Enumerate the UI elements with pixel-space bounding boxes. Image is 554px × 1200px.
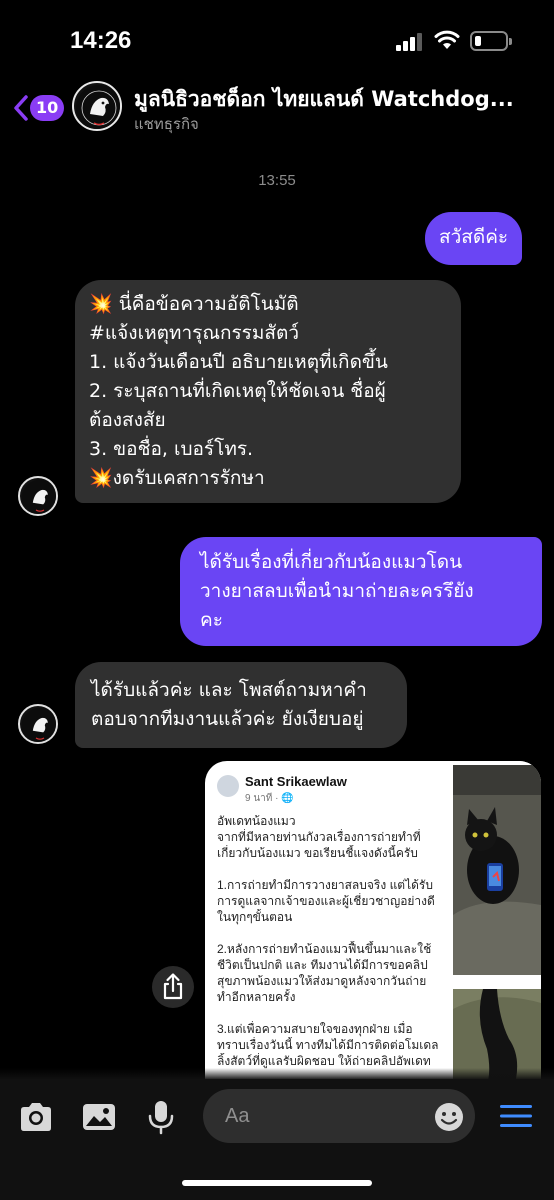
status-time: 14:26 (70, 27, 132, 54)
sender-avatar[interactable] (18, 476, 58, 516)
share-button[interactable] (152, 966, 194, 1008)
sender-avatar[interactable] (18, 704, 58, 744)
post-line: ชีวิตเป็นปกติ และ ทีมงานได้มีการขอคลิป (217, 958, 428, 972)
message-text: 3. ขอชื่อ, เบอร์โทร. (89, 438, 254, 460)
message-list[interactable]: 13:55 สวัสดีค่ะ 💥 นี่คือข้อความอัติโนมัต… (0, 144, 554, 1079)
cat-photo (453, 989, 541, 1079)
chevron-left-icon (14, 95, 28, 121)
post-author: Sant Srikaewlaw (245, 774, 347, 789)
back-button[interactable]: 10 (12, 90, 65, 126)
post-line: สุขภาพน้องแมวให้ส่งมาดูหลังจากวันถ่าย (217, 974, 427, 988)
message-text: 2. ระบุสถานที่เกิดเหตุให้ชัดเจน ชื่อผู้ (89, 380, 386, 402)
post-line: ทราบเรื่องวันนี้ ทางทีมได้มีการติดต่อโมเ… (217, 1038, 439, 1052)
home-indicator[interactable] (182, 1180, 372, 1186)
page-subtitle: แชทธุรกิจ (134, 115, 199, 133)
post-line: ลิ้งสัตว์ที่ดูแลรับผิดชอบ ให้ถ่ายคลิปอัพ… (217, 1054, 431, 1068)
watchdog-logo-icon (21, 479, 56, 514)
message-text: สวัสดีค่ะ (439, 226, 509, 248)
emoji-icon[interactable] (433, 1101, 465, 1133)
post-line: ในทุกๆขั้นตอน (217, 910, 293, 924)
status-bar: 14:26 (0, 0, 554, 80)
post-line: 1.การถ่ายทำมีการวางยาสลบจริง แต่ได้รับ (217, 878, 433, 892)
post-line: อัพเดทน้องแมว (217, 814, 296, 828)
post-line: 2.หลังการถ่ายทำน้องแมวฟื้นขึ้นมาและใช้ (217, 942, 432, 956)
post-line: ทำอีกหลายครั้ง (217, 990, 296, 1004)
post-line: จากที่มีหลายท่านกังวลเรื่องการถ่ายทำที่ (217, 830, 421, 844)
share-icon (163, 973, 183, 1000)
cat-photo (453, 765, 541, 975)
message-text: ได้รับเรื่องที่เกี่ยวกับน้องแมวโดน (200, 551, 463, 573)
post-line: การดูแลจากเจ้าของและผู้เชี่ยวชาญอย่างดี (217, 894, 435, 908)
message-text: #แจ้งเหตุทารุณกรรมสัตว์ (89, 322, 300, 344)
wifi-icon (434, 30, 460, 49)
camera-icon[interactable] (16, 1097, 56, 1137)
message-timestamp: 13:55 (258, 172, 296, 189)
post-line: เกี่ยวกับน้องแมว ขอเรียนชี้แจงดังนี้ครับ (217, 846, 418, 860)
watchdog-logo-icon (76, 85, 120, 129)
message-text: 💥งดรับเคสการรักษา (89, 467, 265, 489)
message-text: 💥 นี่คือข้อความอัติโนมัติ (89, 293, 299, 315)
post-author-avatar (217, 775, 239, 797)
chat-header: 10 มูลนิธิวอชด็อก ไทยแลนด์ Watchdog... แ… (0, 80, 554, 144)
message-text: ตอบจากทีมงานแล้วค่ะ ยังเงียบอยู่ (91, 708, 364, 730)
shared-image-message[interactable]: Sant Srikaewlaw 9 นาที · 🌐 อัพเดทน้องแมว… (205, 761, 541, 1079)
incoming-message[interactable]: 💥 นี่คือข้อความอัติโนมัติ #แจ้งเหตุทารุณ… (75, 280, 461, 503)
watchdog-logo-icon (21, 707, 56, 742)
outgoing-message[interactable]: สวัสดีค่ะ (425, 212, 523, 265)
message-input-container[interactable] (203, 1089, 475, 1143)
incoming-message[interactable]: ได้รับแล้วค่ะ และ โพสต์ถามหาคำ ตอบจากทีม… (75, 662, 407, 748)
message-text: ได้รับแล้วค่ะ และ โพสต์ถามหาคำ (91, 679, 367, 701)
battery-icon (470, 31, 512, 51)
message-text: ต้องสงสัย (89, 409, 166, 431)
image-icon[interactable] (79, 1097, 119, 1137)
message-input[interactable] (225, 1101, 415, 1131)
message-text: วางยาสลบเพื่อนำมาถ่ายละครรึยัง (200, 580, 474, 602)
post-line: 3.แต่เพื่อความสบายใจของทุกฝ่าย เมื่อ (217, 1022, 413, 1036)
page-avatar[interactable] (72, 81, 122, 131)
message-text: 1. แจ้งวันเดือนปี อธิบายเหตุที่เกิดขึ้น (89, 351, 388, 373)
facebook-post-screenshot: Sant Srikaewlaw 9 นาที · 🌐 อัพเดทน้องแมว… (205, 761, 449, 1079)
outgoing-message[interactable]: ได้รับเรื่องที่เกี่ยวกับน้องแมวโดน วางยา… (180, 537, 542, 646)
unread-count-badge: 10 (30, 95, 65, 121)
post-body: อัพเดทน้องแมว จากที่มีหลายท่านกังวลเรื่อ… (217, 813, 449, 1069)
post-photos (451, 761, 541, 1079)
cellular-signal-icon (396, 33, 422, 51)
post-time: 9 นาที · 🌐 (245, 793, 294, 804)
menu-icon[interactable] (498, 1101, 534, 1131)
microphone-icon[interactable] (141, 1097, 181, 1137)
message-text: คะ (200, 609, 223, 631)
